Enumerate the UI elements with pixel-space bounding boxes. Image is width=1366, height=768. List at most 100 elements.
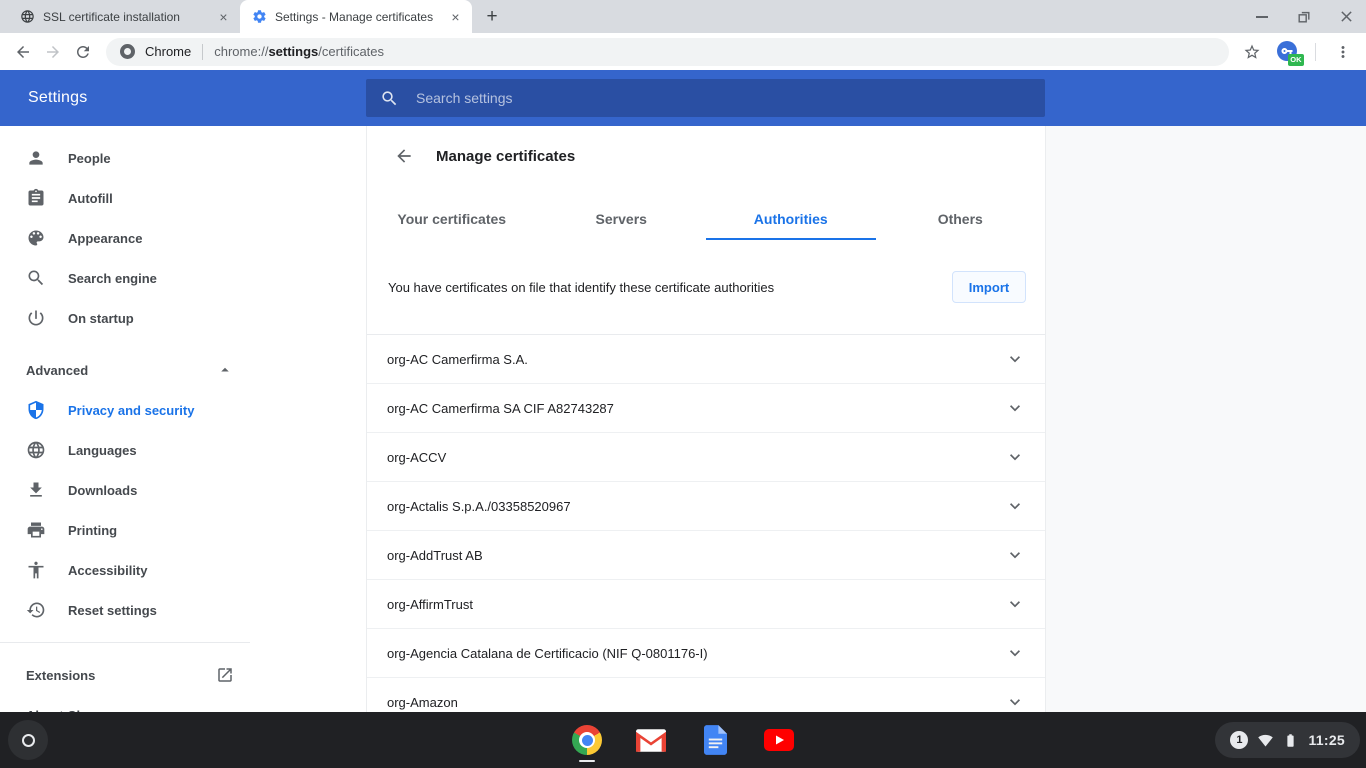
certificate-name: org-AddTrust AB: [387, 548, 1005, 563]
tab-servers[interactable]: Servers: [537, 200, 707, 240]
sidebar-item-label: Autofill: [68, 191, 113, 206]
certificate-row[interactable]: org-Amazon: [367, 678, 1045, 712]
browser-tab-strip: SSL certificate installation × Settings …: [0, 0, 1366, 33]
bookmark-star-button[interactable]: [1237, 37, 1267, 67]
window-restore-button[interactable]: [1294, 7, 1314, 27]
chevron-down-icon[interactable]: [1005, 447, 1025, 467]
printer-icon: [26, 520, 46, 540]
star-icon: [1243, 43, 1261, 61]
certificate-name: org-AffirmTrust: [387, 597, 1005, 612]
chevron-down-icon[interactable]: [1005, 349, 1025, 369]
globe-favicon-icon: [20, 9, 35, 24]
sidebar-item-accessibility[interactable]: Accessibility: [0, 550, 250, 590]
sidebar-item-people[interactable]: People: [0, 138, 250, 178]
gmail-app-icon[interactable]: [636, 725, 666, 755]
chevron-down-icon[interactable]: [1005, 545, 1025, 565]
sidebar-item-on-startup[interactable]: On startup: [0, 298, 250, 338]
toolbar-right: OK: [1237, 37, 1358, 67]
tab-title: Settings - Manage certificates: [275, 10, 439, 24]
extensions-label: Extensions: [26, 668, 95, 683]
certificate-row[interactable]: org-Actalis S.p.A./03358520967: [367, 482, 1045, 531]
sidebar-advanced-toggle[interactable]: Advanced: [0, 350, 250, 390]
address-bar[interactable]: Chrome chrome://settings/certificates: [106, 38, 1229, 66]
window-close-button[interactable]: [1336, 7, 1356, 27]
battery-icon: [1283, 733, 1298, 748]
chrome-logo-icon: [120, 44, 135, 59]
back-button[interactable]: [8, 37, 38, 67]
sidebar-item-extensions[interactable]: Extensions: [0, 655, 250, 695]
search-placeholder: Search settings: [416, 90, 513, 106]
sidebar-divider: [0, 642, 250, 643]
open-in-new-icon: [216, 666, 234, 684]
sidebar-item-label: Appearance: [68, 231, 142, 246]
settings-gear-favicon-icon: [252, 9, 267, 24]
certificate-name: org-AC Camerfirma S.A.: [387, 352, 1005, 367]
sidebar-item-autofill[interactable]: Autofill: [0, 178, 250, 218]
sidebar-item-downloads[interactable]: Downloads: [0, 470, 250, 510]
certificate-row[interactable]: org-AC Camerfirma SA CIF A82743287: [367, 384, 1045, 433]
sidebar-item-privacy-security[interactable]: Privacy and security: [0, 390, 250, 430]
chevron-down-icon[interactable]: [1005, 496, 1025, 516]
accessibility-icon: [26, 560, 46, 580]
certificate-row[interactable]: org-AddTrust AB: [367, 531, 1045, 580]
browser-tab-settings[interactable]: Settings - Manage certificates ×: [240, 0, 472, 33]
search-icon: [26, 268, 46, 288]
browser-tab-ssl[interactable]: SSL certificate installation ×: [8, 0, 240, 33]
chrome-app-icon[interactable]: [572, 725, 602, 755]
settings-search-input[interactable]: Search settings: [366, 79, 1045, 117]
back-arrow-icon[interactable]: [394, 146, 414, 166]
sidebar-item-printing[interactable]: Printing: [0, 510, 250, 550]
tab-authorities[interactable]: Authorities: [706, 200, 876, 240]
tab-your-certificates[interactable]: Your certificates: [367, 200, 537, 240]
status-tray[interactable]: 1 11:25: [1215, 722, 1360, 758]
chevron-down-icon[interactable]: [1005, 594, 1025, 614]
certificate-tabs: Your certificates Servers Authorities Ot…: [367, 200, 1045, 240]
forward-button[interactable]: [38, 37, 68, 67]
omnibox-separator: [202, 44, 203, 60]
tab-title: SSL certificate installation: [43, 10, 207, 24]
sidebar-item-label: Search engine: [68, 271, 157, 286]
certificate-name: org-Agencia Catalana de Certificacio (NI…: [387, 646, 1005, 661]
certificate-row[interactable]: org-Agencia Catalana de Certificacio (NI…: [367, 629, 1045, 678]
import-row: You have certificates on file that ident…: [367, 240, 1045, 334]
reload-button[interactable]: [68, 37, 98, 67]
back-icon: [14, 43, 32, 61]
import-button[interactable]: Import: [952, 271, 1026, 303]
tab-close-icon[interactable]: ×: [447, 8, 464, 25]
sidebar-item-label: People: [68, 151, 111, 166]
chromeos-shelf: 1 11:25: [0, 712, 1366, 768]
browser-menu-button[interactable]: [1328, 37, 1358, 67]
notification-count-badge: 1: [1230, 731, 1248, 749]
extension-button[interactable]: OK: [1277, 41, 1301, 63]
sidebar-item-languages[interactable]: Languages: [0, 430, 250, 470]
sidebar-item-label: On startup: [68, 311, 134, 326]
sidebar-item-reset-settings[interactable]: Reset settings: [0, 590, 250, 630]
chevron-down-icon[interactable]: [1005, 398, 1025, 418]
certificate-list: org-AC Camerfirma S.A. org-AC Camerfirma…: [367, 334, 1045, 712]
globe-icon: [26, 440, 46, 460]
chevron-down-icon[interactable]: [1005, 692, 1025, 712]
palette-icon: [26, 228, 46, 248]
tab-others[interactable]: Others: [876, 200, 1046, 240]
youtube-app-icon[interactable]: [764, 725, 794, 755]
sidebar-item-search-engine[interactable]: Search engine: [0, 258, 250, 298]
new-tab-button[interactable]: +: [478, 3, 506, 31]
certificate-row[interactable]: org-AC Camerfirma S.A.: [367, 335, 1045, 384]
sidebar-item-label: Downloads: [68, 483, 137, 498]
certificate-name: org-AC Camerfirma SA CIF A82743287: [387, 401, 1005, 416]
settings-sidebar: People Autofill Appearance Search engine…: [0, 126, 366, 712]
person-icon: [26, 148, 46, 168]
page-title: Manage certificates: [436, 148, 575, 165]
certificate-row[interactable]: org-AffirmTrust: [367, 580, 1045, 629]
sidebar-item-appearance[interactable]: Appearance: [0, 218, 250, 258]
tab-close-icon[interactable]: ×: [215, 8, 232, 25]
window-minimize-button[interactable]: [1252, 7, 1272, 27]
browser-toolbar: Chrome chrome://settings/certificates OK: [0, 33, 1366, 70]
docs-app-icon[interactable]: [700, 725, 730, 755]
chevron-down-icon[interactable]: [1005, 643, 1025, 663]
launcher-button[interactable]: [8, 720, 48, 760]
certificate-row[interactable]: org-ACCV: [367, 433, 1045, 482]
more-vert-icon: [1334, 43, 1352, 61]
settings-content: People Autofill Appearance Search engine…: [0, 126, 1366, 712]
certificate-name: org-ACCV: [387, 450, 1005, 465]
